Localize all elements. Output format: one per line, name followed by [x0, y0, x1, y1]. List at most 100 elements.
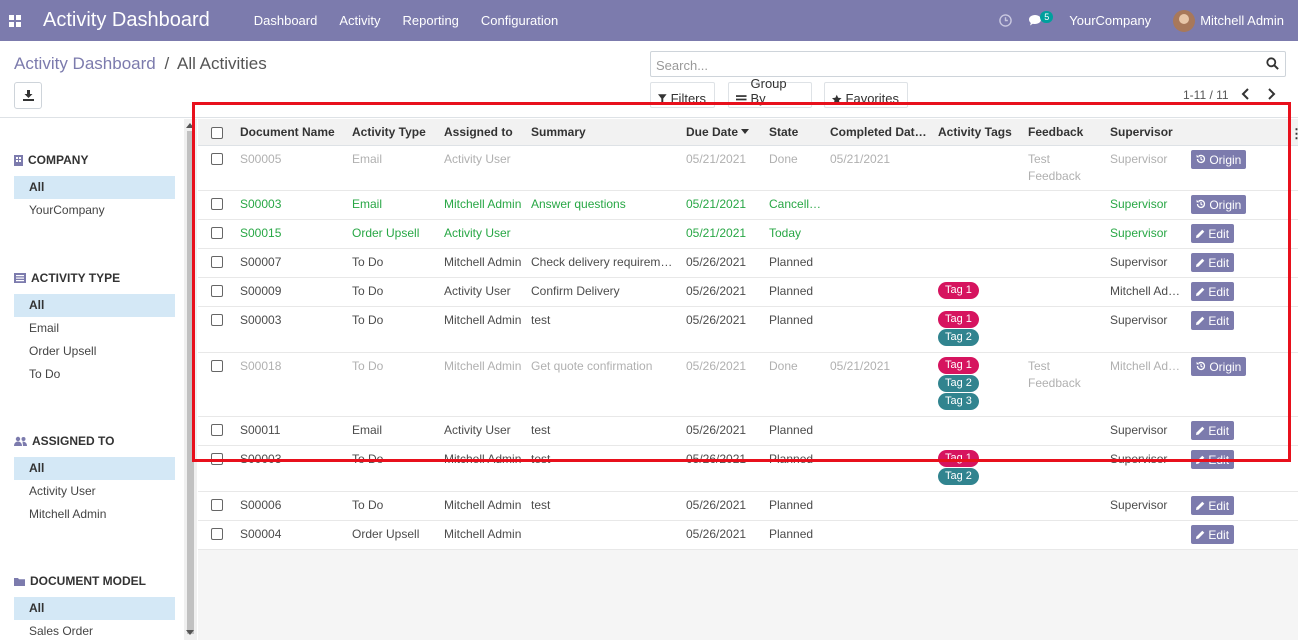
cell-assigned-to[interactable]: Mitchell Admin [440, 248, 527, 278]
cell-supervisor[interactable]: Supervisor [1106, 445, 1187, 492]
document-model-sales-order[interactable]: Sales Order [14, 620, 175, 640]
clock-icon[interactable] [999, 14, 1013, 27]
table-row[interactable]: S00009 To Do Activity User Confirm Delivery… [198, 277, 1298, 307]
cell-feedback[interactable] [1024, 445, 1106, 492]
cell-activity-tags[interactable] [934, 416, 1024, 446]
cell-feedback[interactable]: Test Feedback [1024, 145, 1106, 191]
row-checkbox[interactable] [211, 314, 223, 327]
messages-icon[interactable]: 5 [1028, 10, 1054, 27]
pager-previous-icon[interactable] [1241, 88, 1251, 100]
cell-feedback[interactable] [1024, 277, 1106, 307]
cell-activity-tags[interactable]: Tag 1Tag 2Tag 3 [934, 352, 1024, 417]
cell-state[interactable]: Today [765, 219, 826, 249]
optional-columns-icon[interactable]: ⋮ [1290, 126, 1298, 142]
row-checkbox[interactable] [211, 424, 223, 437]
cell-summary[interactable]: Answer questions [527, 190, 682, 220]
header-feedback[interactable]: Feedback [1024, 119, 1106, 146]
activity-type-order-upsell[interactable]: Order Upsell [14, 340, 175, 363]
cell-supervisor[interactable] [1106, 520, 1187, 550]
cell-summary[interactable] [527, 219, 682, 249]
cell-completed-date[interactable]: 05/21/2021 [826, 352, 934, 417]
cell-activity-type[interactable]: Order Upsell [348, 219, 440, 249]
cell-activity-type[interactable]: Email [348, 145, 440, 191]
table-row[interactable]: S00006 To Do Mitchell Admin test 05/26/2021 P… [198, 491, 1298, 521]
row-select-cell[interactable] [198, 352, 236, 417]
cell-assigned-to[interactable]: Mitchell Admin [440, 306, 527, 353]
table-row[interactable]: S00005 Email Activity User 05/21/2021 Done 05… [198, 145, 1298, 191]
cell-assigned-to[interactable]: Activity User [440, 145, 527, 191]
cell-activity-type[interactable]: To Do [348, 491, 440, 521]
cell-document-name[interactable]: S00003 [236, 190, 348, 220]
cell-activity-tags[interactable] [934, 219, 1024, 249]
row-checkbox[interactable] [211, 256, 223, 269]
sidebar-scrollbar-thumb[interactable] [187, 131, 194, 634]
table-row[interactable]: S00011 Email Activity User test 05/26/2021 Pl… [198, 416, 1298, 446]
cell-due-date[interactable]: 05/26/2021 [682, 277, 765, 307]
select-all-header[interactable] [198, 119, 236, 146]
cell-activity-tags[interactable]: Tag 1Tag 2 [934, 306, 1024, 353]
table-row[interactable]: S00003 To Do Mitchell Admin test 05/26/2021 P… [198, 306, 1298, 353]
origin-button[interactable]: Origin [1191, 149, 1247, 169]
cell-document-name[interactable]: S00015 [236, 219, 348, 249]
cell-state[interactable]: Done [765, 145, 826, 191]
cell-assigned-to[interactable]: Mitchell Admin [440, 491, 527, 521]
cell-completed-date[interactable] [826, 491, 934, 521]
cell-assigned-to[interactable]: Mitchell Admin [440, 190, 527, 220]
activity-type-todo[interactable]: To Do [14, 363, 175, 386]
groupby-button[interactable]: Group By [728, 76, 812, 108]
search-icon[interactable] [1266, 57, 1279, 70]
cell-activity-tags[interactable] [934, 248, 1024, 278]
company-switcher[interactable]: YourCompany [1069, 13, 1151, 28]
cell-document-name[interactable]: S00006 [236, 491, 348, 521]
table-row[interactable]: S00003 To Do Mitchell Admin test 05/26/2021 P… [198, 445, 1298, 492]
download-button[interactable] [14, 82, 42, 109]
cell-document-name[interactable]: S00003 [236, 306, 348, 353]
header-completed-date[interactable]: Completed Dat… [826, 119, 934, 146]
document-model-all[interactable]: All [14, 597, 175, 620]
cell-activity-tags[interactable] [934, 491, 1024, 521]
cell-due-date[interactable]: 05/21/2021 [682, 219, 765, 249]
cell-assigned-to[interactable]: Activity User [440, 219, 527, 249]
row-select-cell[interactable] [198, 277, 236, 307]
cell-completed-date[interactable] [826, 277, 934, 307]
cell-document-name[interactable]: S00011 [236, 416, 348, 446]
row-select-cell[interactable] [198, 248, 236, 278]
row-select-cell[interactable] [198, 520, 236, 550]
cell-state[interactable]: Cancelled [765, 190, 826, 220]
cell-summary[interactable]: Check delivery requirements [527, 248, 682, 278]
cell-state[interactable]: Planned [765, 416, 826, 446]
cell-summary[interactable] [527, 520, 682, 550]
cell-summary[interactable]: test [527, 445, 682, 492]
app-title[interactable]: Activity Dashboard [43, 9, 210, 32]
cell-supervisor[interactable]: Supervisor [1106, 145, 1187, 191]
cell-due-date[interactable]: 05/26/2021 [682, 491, 765, 521]
company-yourcompany[interactable]: YourCompany [14, 199, 175, 222]
user-menu[interactable]: Mitchell Admin [1200, 13, 1284, 28]
table-row[interactable]: S00004 Order Upsell Mitchell Admin 05/26/20… [198, 520, 1298, 550]
pager-value[interactable]: 1-11 / 11 [1183, 88, 1229, 102]
cell-supervisor[interactable]: Mitchell Ad… [1106, 277, 1187, 307]
assigned-to-mitchell-admin[interactable]: Mitchell Admin [14, 503, 175, 526]
cell-state[interactable]: Planned [765, 306, 826, 353]
edit-button[interactable]: Edit [1191, 495, 1235, 515]
cell-feedback[interactable] [1024, 248, 1106, 278]
cell-completed-date[interactable] [826, 306, 934, 353]
cell-assigned-to[interactable]: Mitchell Admin [440, 445, 527, 492]
cell-supervisor[interactable]: Supervisor [1106, 248, 1187, 278]
cell-state[interactable]: Planned [765, 491, 826, 521]
company-all[interactable]: All [14, 176, 175, 199]
row-checkbox[interactable] [211, 360, 223, 373]
favorites-button[interactable]: Favorites [824, 82, 908, 108]
cell-completed-date[interactable] [826, 520, 934, 550]
menu-activity[interactable]: Activity [339, 13, 380, 28]
row-checkbox[interactable] [211, 528, 223, 541]
cell-due-date[interactable]: 05/21/2021 [682, 145, 765, 191]
cell-supervisor[interactable]: Supervisor [1106, 219, 1187, 249]
cell-activity-type[interactable]: To Do [348, 248, 440, 278]
cell-feedback[interactable] [1024, 306, 1106, 353]
cell-due-date[interactable]: 05/26/2021 [682, 445, 765, 492]
select-all-checkbox[interactable] [211, 126, 223, 139]
cell-completed-date[interactable]: 05/21/2021 [826, 145, 934, 191]
header-document-name[interactable]: Document Name [236, 119, 348, 146]
activity-type-email[interactable]: Email [14, 317, 175, 340]
